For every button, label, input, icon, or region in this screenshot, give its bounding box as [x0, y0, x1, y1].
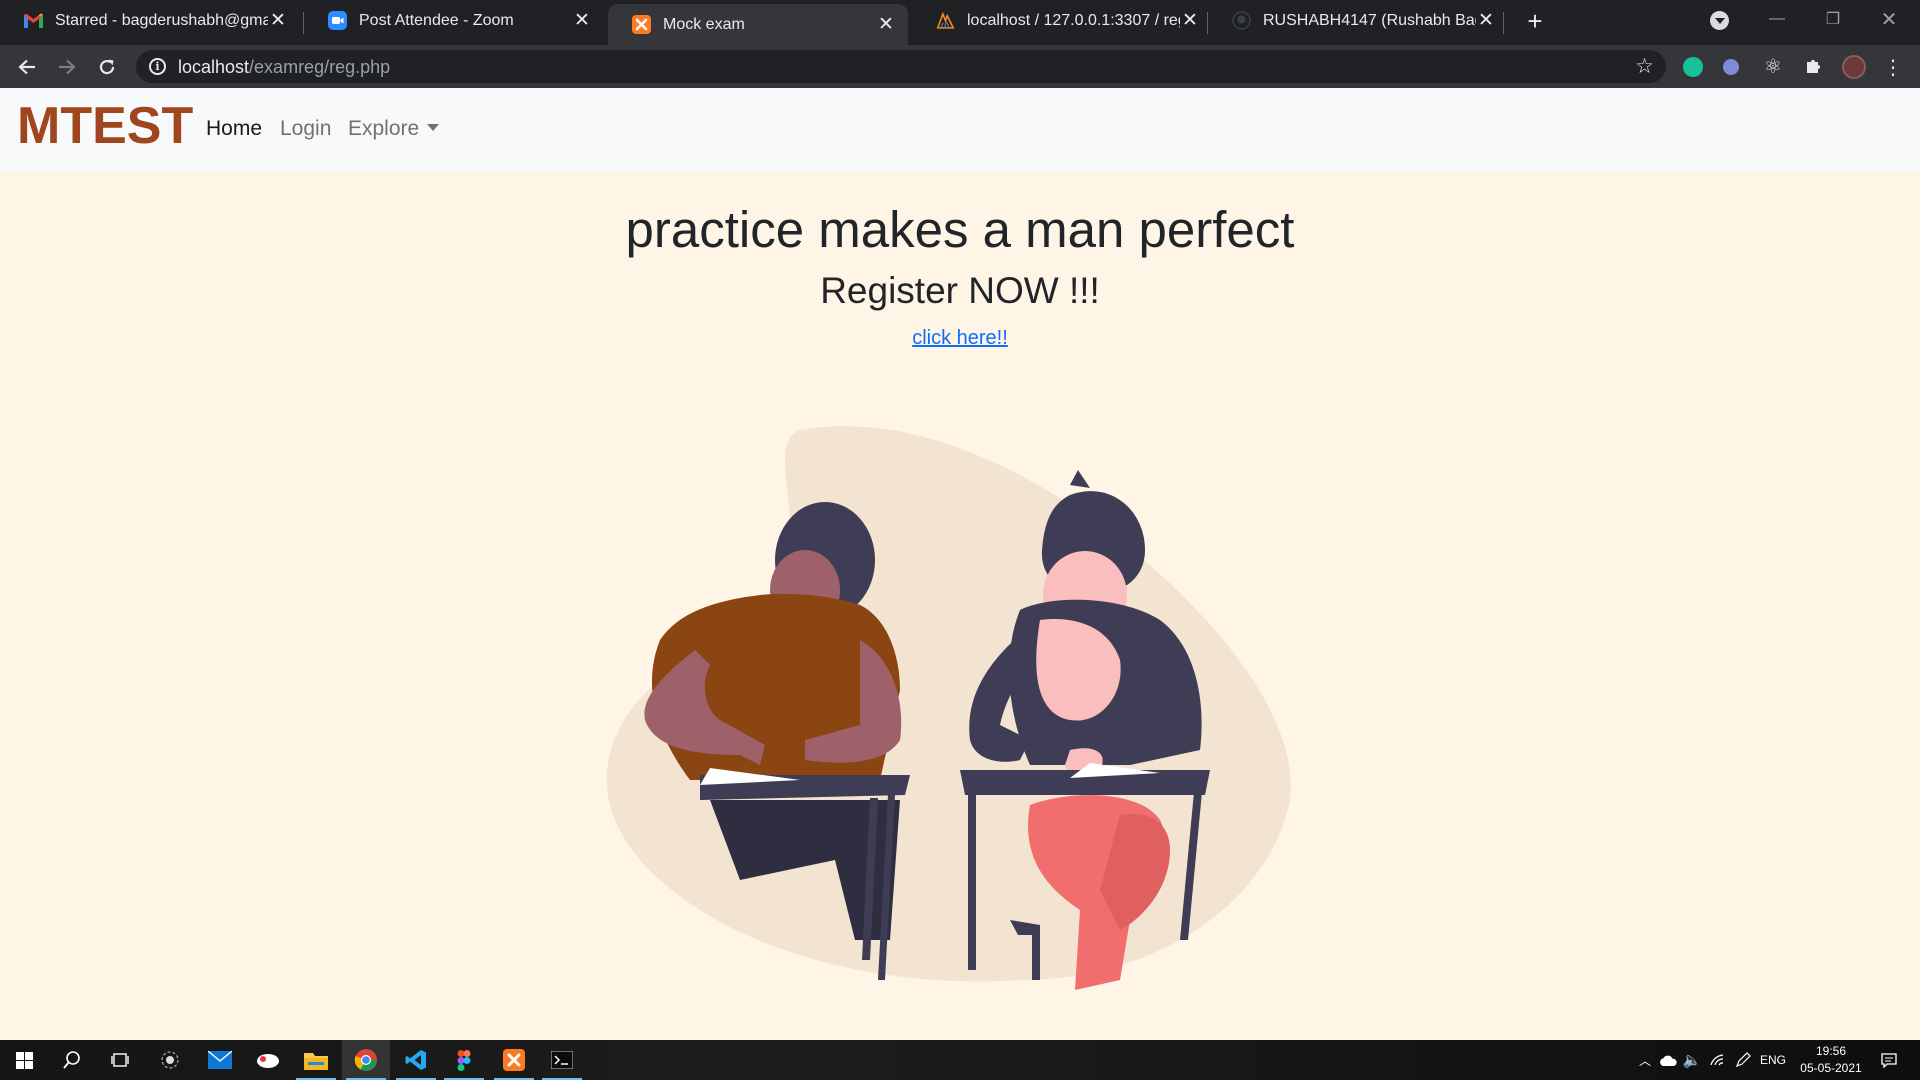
tab-phpmyadmin[interactable]: localhost / 127.0.0.1:3307 / regist ✕ — [912, 0, 1212, 41]
tab-title: Starred - bagderushabh@gmail.c — [55, 11, 268, 29]
file-explorer-icon[interactable] — [292, 1040, 340, 1080]
system-clock[interactable]: 19:56 05-05-2021 — [1786, 1043, 1876, 1077]
menu-kebab-icon[interactable]: ⋮ — [1877, 51, 1909, 83]
zoom-icon — [328, 11, 347, 30]
register-link-wrapper: click here!! — [0, 327, 1920, 350]
language-indicator[interactable]: ENG — [1758, 1040, 1788, 1080]
profile-avatar[interactable] — [1842, 55, 1866, 79]
site-navbar: MTEST Home Login Explore — [0, 88, 1920, 172]
hero-title: practice makes a man perfect — [625, 201, 1295, 258]
gmail-icon — [24, 11, 43, 30]
tab-title: localhost / 127.0.0.1:3307 / regist — [967, 11, 1180, 29]
close-icon[interactable]: ✕ — [1476, 9, 1496, 32]
app-icon-bird[interactable] — [244, 1040, 292, 1080]
url-path: /examreg/reg.php — [249, 57, 391, 77]
xampp-icon — [632, 15, 651, 34]
browser-tab-strip: Starred - bagderushabh@gmail.c ✕ Post At… — [0, 0, 1920, 45]
tab-github[interactable]: RUSHABH4147 (Rushabh Bagde) ✕ — [1208, 0, 1508, 41]
hero-subtitle: Register NOW !!! — [820, 270, 1100, 311]
nav-login[interactable]: Login — [280, 117, 331, 141]
brand-logo[interactable]: MTEST — [17, 96, 193, 156]
search-extension-icon[interactable] — [1723, 59, 1739, 75]
clock-date: 05-05-2021 — [1800, 1061, 1862, 1075]
tab-title: Mock exam — [663, 15, 745, 33]
volume-icon[interactable]: 🔈 — [1682, 1040, 1702, 1080]
tab-title: RUSHABH4147 (Rushabh Bagde) — [1263, 11, 1476, 29]
grammarly-icon[interactable] — [1683, 57, 1703, 77]
onedrive-icon[interactable] — [1658, 1040, 1678, 1080]
back-icon[interactable] — [11, 51, 43, 83]
tray-chevron-up-icon[interactable]: ︿ — [1636, 1040, 1654, 1080]
close-icon[interactable]: ✕ — [268, 9, 288, 32]
cortana-icon[interactable] — [146, 1040, 194, 1080]
tab-zoom[interactable]: Post Attendee - Zoom ✕ — [304, 0, 604, 41]
clock-time: 19:56 — [1815, 1044, 1847, 1058]
caret-down-icon — [427, 124, 440, 131]
minimize-icon[interactable]: — — [1749, 0, 1805, 38]
phpmyadmin-icon — [936, 11, 955, 30]
nav-explore-dropdown[interactable]: Explore — [348, 117, 440, 141]
react-devtools-icon[interactable]: ⚛ — [1757, 50, 1789, 82]
forward-icon[interactable] — [51, 51, 83, 83]
chrome-icon[interactable] — [342, 1040, 390, 1080]
tab-separator — [1503, 12, 1504, 34]
pen-workspace-icon[interactable] — [1732, 1040, 1754, 1080]
vscode-icon[interactable] — [392, 1040, 440, 1080]
tab-mock-exam[interactable]: Mock exam ✕ — [608, 4, 908, 45]
bookmark-star-icon[interactable]: ☆ — [1635, 54, 1654, 79]
nav-home[interactable]: Home — [206, 117, 262, 141]
task-view-icon[interactable] — [96, 1040, 144, 1080]
github-icon — [1232, 11, 1251, 30]
url-text: localhost/examreg/reg.php — [178, 57, 390, 78]
students-exam-illustration — [606, 426, 1291, 990]
close-icon[interactable]: ✕ — [572, 9, 592, 32]
search-icon[interactable] — [48, 1040, 96, 1080]
browser-toolbar: i localhost/examreg/reg.php ☆ ⚛ ⋮ — [0, 45, 1920, 88]
extensions-puzzle-icon[interactable] — [1797, 50, 1829, 82]
figma-icon[interactable] — [440, 1040, 488, 1080]
tab-search-icon[interactable] — [1710, 11, 1729, 30]
mail-icon[interactable] — [196, 1040, 244, 1080]
terminal-icon[interactable] — [538, 1040, 586, 1080]
close-icon[interactable]: ✕ — [876, 13, 896, 36]
url-host: localhost — [178, 57, 250, 77]
new-tab-button[interactable]: + — [1520, 6, 1550, 36]
close-window-icon[interactable]: ✕ — [1861, 0, 1917, 38]
tab-gmail[interactable]: Starred - bagderushabh@gmail.c ✕ — [0, 0, 300, 41]
windows-start-icon[interactable] — [0, 1040, 48, 1080]
close-icon[interactable]: ✕ — [1180, 9, 1200, 32]
tab-title: Post Attendee - Zoom — [359, 11, 514, 29]
reload-icon[interactable] — [91, 51, 123, 83]
restore-icon[interactable]: ❐ — [1805, 0, 1861, 38]
info-icon[interactable]: i — [149, 58, 166, 75]
xampp-taskbar-icon[interactable] — [490, 1040, 538, 1080]
windows-taskbar: ︿ 🔈 ENG 19:56 05-05-2021 — [0, 1040, 1920, 1080]
notification-center-icon[interactable] — [1876, 1040, 1902, 1080]
nav-explore-label: Explore — [348, 117, 420, 140]
register-link[interactable]: click here!! — [912, 327, 1008, 349]
address-bar[interactable]: i localhost/examreg/reg.php ☆ — [136, 50, 1666, 83]
wifi-icon[interactable] — [1706, 1040, 1728, 1080]
